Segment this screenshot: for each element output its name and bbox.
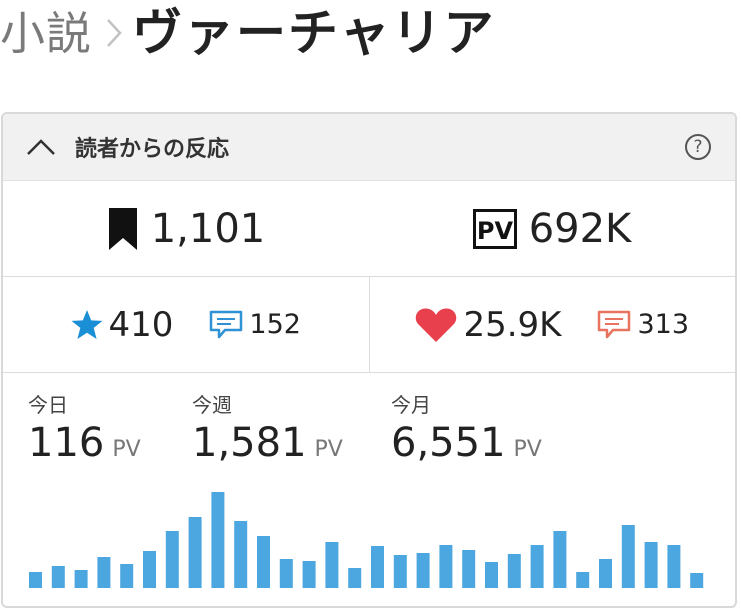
heart-comment-stat[interactable]: 313 <box>597 309 689 340</box>
pv-bar[interactable] <box>553 531 567 588</box>
pv-bar[interactable] <box>644 542 658 588</box>
star-icon <box>71 309 103 339</box>
pv-bar[interactable] <box>439 545 453 588</box>
heart-stat[interactable]: 25.9K <box>415 305 561 345</box>
pv-bar[interactable] <box>530 545 544 588</box>
pv-bar[interactable] <box>371 546 384 588</box>
star-reactions: 410 152 <box>3 277 369 372</box>
pv-bar[interactable] <box>325 542 339 588</box>
page-title: ヴァーチャリア <box>132 4 496 62</box>
breadcrumb: 小説 ヴァーチャリア <box>0 0 496 66</box>
chevron-up-icon <box>27 139 55 155</box>
chevron-right-icon <box>106 18 122 48</box>
star-comment-stat[interactable]: 152 <box>209 309 301 340</box>
pv-bar[interactable] <box>279 559 293 588</box>
bookmark-icon <box>108 207 137 250</box>
pv-bar[interactable] <box>29 572 42 588</box>
pv-bar[interactable] <box>576 572 590 588</box>
heart-count: 25.9K <box>463 304 562 345</box>
bookmark-count: 1,101 <box>150 205 266 252</box>
pv-bar[interactable] <box>393 555 407 588</box>
pv-badge-icon: PV <box>472 208 517 249</box>
pv-bar[interactable] <box>211 492 225 588</box>
pv-bar[interactable] <box>599 559 612 588</box>
daily-pv-bar-chart <box>29 492 704 588</box>
help-label: ? <box>693 137 703 157</box>
panel-title: 読者からの反応 <box>75 137 230 162</box>
reader-reactions-panel: 読者からの反応 ? 1,101 PV 692K 410 152 25.9K 31… <box>1 112 737 608</box>
pv-bar[interactable] <box>143 551 156 588</box>
speech-bubble-icon <box>210 310 243 338</box>
pv-bar[interactable] <box>97 557 111 588</box>
pv-bar[interactable] <box>51 566 65 588</box>
panel-header: 読者からの反応 ? <box>3 114 735 181</box>
pv-total-count: 692K <box>528 205 632 252</box>
heart-comment-count: 313 <box>637 309 690 340</box>
pv-bar[interactable] <box>257 536 270 588</box>
pv-bar[interactable] <box>302 561 316 588</box>
pv-bar[interactable] <box>234 521 248 588</box>
bookmark-stat: 1,101 <box>3 181 369 276</box>
pv-total-stat: PV 692K <box>369 181 735 276</box>
pv-bar[interactable] <box>485 562 498 588</box>
pv-bar[interactable] <box>667 545 681 588</box>
svg-text:PV: PV <box>477 217 514 245</box>
heart-icon <box>416 307 457 342</box>
star-count: 410 <box>108 304 174 345</box>
collapse-toggle[interactable] <box>21 127 61 167</box>
pv-bar[interactable] <box>507 554 521 588</box>
pv-bar[interactable] <box>348 568 362 588</box>
reactions-row: 410 152 25.9K 313 <box>3 277 735 373</box>
pv-bar[interactable] <box>416 553 430 588</box>
pv-bar[interactable] <box>74 570 88 588</box>
pv-bar[interactable] <box>165 531 179 588</box>
pv-bar[interactable] <box>690 573 704 588</box>
speech-bubble-icon <box>598 310 631 338</box>
summary-row: 1,101 PV 692K <box>3 181 735 277</box>
page: 小説 ヴァーチャリア 読者からの反応 ? 1,101 PV 692K 410 1… <box>0 0 741 612</box>
breadcrumb-parent-link[interactable]: 小説 <box>0 11 92 56</box>
pv-bar[interactable] <box>462 550 476 588</box>
star-stat[interactable]: 410 <box>71 304 174 345</box>
heart-reactions: 25.9K 313 <box>368 277 736 372</box>
pv-section: 今日 116 PV 今週 1,581 PV 今月 6,551 PV <box>3 373 735 606</box>
pv-bar[interactable] <box>188 517 202 588</box>
pv-bar[interactable] <box>120 564 134 588</box>
star-comment-count: 152 <box>249 309 301 340</box>
question-circle-icon[interactable]: ? <box>685 134 711 160</box>
pv-bar[interactable] <box>621 525 635 588</box>
